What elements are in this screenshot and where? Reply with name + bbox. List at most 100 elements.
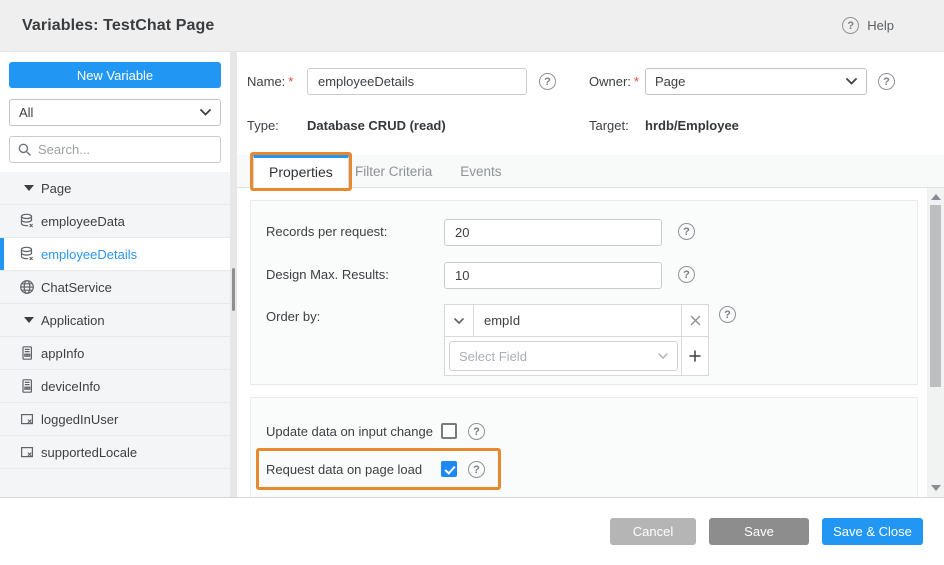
sidebar-item-Application[interactable]: Application [0,304,230,337]
sidebar-item-label: ChatService [41,280,112,295]
new-variable-button[interactable]: New Variable [9,62,221,88]
tab-filter-criteria[interactable]: Filter Criteria [341,155,446,188]
device-icon [19,378,35,394]
owner-select[interactable]: Page [645,68,867,95]
help-icon[interactable] [842,17,859,34]
tab-bar: Properties Filter Criteria Events [237,155,944,188]
sidebar-item-supportedLocale[interactable]: supportedLocale [0,436,230,469]
save-button[interactable]: Save [709,518,809,545]
save-and-close-button[interactable]: Save & Close [822,518,923,545]
select-field-placeholder: Select Field [459,349,527,364]
database-icon [19,213,35,229]
dialog-header: Variables: TestChat Page Help [0,0,944,52]
globe-icon [19,279,35,295]
select-field-dropdown[interactable]: Select Field [449,341,678,371]
request-on-load-checkbox[interactable] [441,461,457,477]
type-value: Database CRUD (read) [307,118,446,133]
annotation-box-request-on-load: Request data on page load [256,448,501,490]
behavior-panel: Update data on input change Request data… [250,397,918,497]
sidebar-item-deviceInfo[interactable]: deviceInfo [0,370,230,403]
name-input[interactable] [307,68,527,95]
sidebar-item-label: loggedInUser [41,412,118,427]
caret-down-icon [24,316,34,324]
name-label: Name:* [247,74,293,89]
sidebar-item-appInfo[interactable]: appInfo [0,337,230,370]
search-input[interactable] [38,142,214,157]
type-label: Type: [247,118,279,133]
sidebar-item-label: deviceInfo [41,379,100,394]
database-icon [19,246,35,262]
design-max-results-label: Design Max. Results: [266,267,389,282]
properties-tab-content: Records per request: Design Max. Results… [237,188,944,497]
sidebar-item-label: Page [41,181,71,196]
sidebar-scrollbar[interactable] [230,52,237,497]
dialog-footer: Cancel Save Save & Close [0,497,944,565]
design-max-results-input[interactable] [444,262,662,289]
sidebar-item-employeeData[interactable]: employeeData [0,205,230,238]
variable-search[interactable] [9,136,221,163]
variables-tree: Page employeeData employeeDetails ChatServi… [0,172,230,497]
update-on-input-checkbox[interactable] [441,423,457,439]
plus-icon [689,350,701,362]
owner-help-icon[interactable] [878,73,895,90]
caret-down-icon [24,184,34,192]
order-by-label: Order by: [266,309,320,324]
sidebar-item-label: supportedLocale [41,445,137,460]
order-by-help-icon[interactable] [719,306,736,323]
variables-dialog: Variables: TestChat Page Help New Variab… [0,0,944,565]
target-value: hrdb/Employee [645,118,739,133]
close-icon [690,315,701,326]
sidebar-item-ChatService[interactable]: ChatService [0,271,230,304]
variable-filter-select[interactable]: All [9,99,221,126]
order-by-field-value: empId [474,305,681,336]
sidebar-item-label: appInfo [41,346,84,361]
device-icon [19,345,35,361]
chevron-down-icon [846,78,857,85]
content-scrollbar[interactable] [927,188,944,497]
search-icon [18,143,31,156]
sidebar-scrollbar-thumb[interactable] [232,268,235,311]
variable-editor: Name:* Owner:* Page Type: Database CRUD … [237,52,944,497]
order-by-widget: empId Select Field [444,304,709,376]
request-on-load-help-icon[interactable] [468,461,485,478]
records-per-request-label: Records per request: [266,224,387,239]
records-help-icon[interactable] [678,223,695,240]
tab-properties[interactable]: Properties [253,155,349,188]
chevron-down-icon [658,353,668,359]
chevron-down-icon [200,109,211,116]
sidebar-item-label: employeeData [41,214,125,229]
cancel-button[interactable]: Cancel [610,518,696,545]
order-direction-toggle[interactable] [445,305,474,336]
annotation-box-properties-tab: Properties [250,152,352,191]
records-per-request-input[interactable] [444,219,662,246]
help-label: Help [867,18,894,33]
scroll-up-icon[interactable] [931,194,941,200]
update-on-input-label: Update data on input change [266,424,433,439]
sidebar-item-label: Application [41,313,105,328]
remove-order-field-button[interactable] [681,305,708,336]
name-help-icon[interactable] [539,73,556,90]
sidebar-item-Page[interactable]: Page [0,172,230,205]
page-title: Variables: TestChat Page [22,17,214,35]
target-label: Target: [589,118,629,133]
request-on-load-label: Request data on page load [266,462,422,477]
variable-icon [19,411,35,427]
data-settings-panel: Records per request: Design Max. Results… [250,200,918,385]
scroll-down-icon[interactable] [931,485,941,491]
sidebar-item-employeeDetails[interactable]: employeeDetails [0,238,230,271]
help-link[interactable]: Help [842,17,894,34]
sidebar-item-loggedInUser[interactable]: loggedInUser [0,403,230,436]
owner-value: Page [655,74,685,89]
sidebar-item-label: employeeDetails [41,247,137,262]
design-max-help-icon[interactable] [678,266,695,283]
update-on-input-help-icon[interactable] [468,423,485,440]
add-order-field-button[interactable] [681,337,708,375]
chevron-down-icon [454,318,464,324]
tab-events[interactable]: Events [446,155,515,188]
content-scrollbar-thumb[interactable] [930,205,941,387]
variables-sidebar: New Variable All Page employeeData employe… [0,52,230,497]
owner-label: Owner:* [589,74,639,89]
variable-filter-value: All [19,105,33,120]
variable-icon [19,444,35,460]
required-asterisk: * [634,74,639,89]
